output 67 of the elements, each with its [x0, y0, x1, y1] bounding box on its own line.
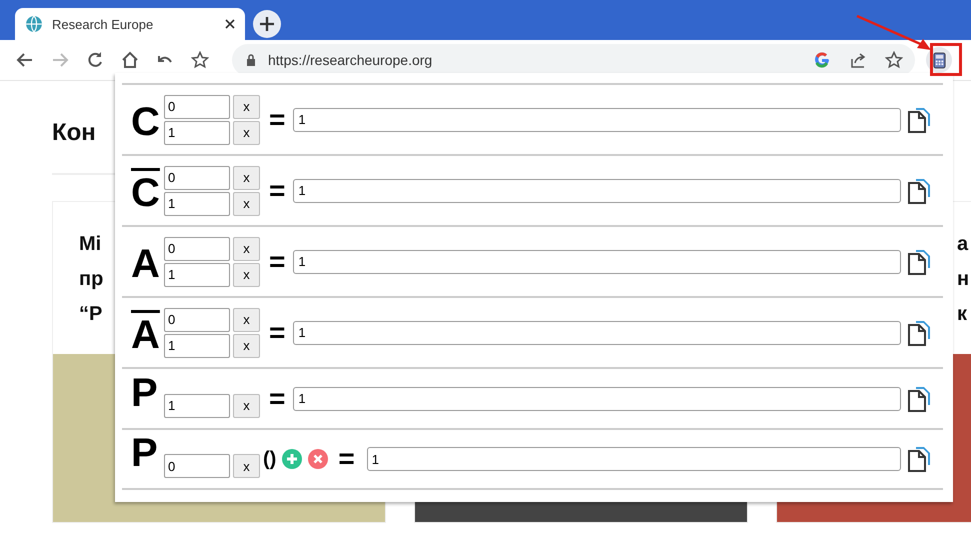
equals-sign: = — [338, 443, 355, 475]
card-title-text: н — [957, 267, 970, 291]
result-field[interactable]: 1 — [366, 447, 901, 471]
clear-button[interactable]: x — [233, 394, 260, 418]
home-icon[interactable] — [121, 51, 139, 69]
number-field[interactable]: 0 — [164, 94, 230, 118]
equals-sign: = — [269, 246, 286, 278]
clear-button[interactable]: x — [233, 262, 260, 286]
number-field[interactable]: 0 — [164, 308, 230, 332]
number-field[interactable]: 1 — [164, 334, 230, 358]
plus-icon — [260, 17, 274, 31]
clear-button[interactable]: x — [233, 120, 260, 144]
variable-label: A — [131, 242, 161, 286]
equals-sign: = — [269, 174, 286, 206]
clear-button[interactable]: x — [233, 236, 260, 260]
card-title-text: пр — [79, 267, 104, 291]
variable-label: P — [131, 431, 159, 475]
clear-button[interactable]: x — [233, 308, 260, 332]
url-text: https://researcheurope.org — [268, 52, 432, 68]
clear-button[interactable]: x — [233, 94, 260, 118]
clear-button[interactable]: x — [233, 454, 260, 478]
number-field[interactable]: 0 — [164, 166, 230, 190]
card-title-text: к — [957, 302, 968, 326]
copy-icon[interactable] — [907, 384, 933, 412]
remove-icon[interactable] — [308, 449, 328, 469]
copy-icon[interactable] — [907, 445, 933, 473]
tab-title: Research Europe — [52, 16, 154, 32]
new-tab-button[interactable] — [253, 10, 281, 38]
highlight-frame — [930, 43, 962, 76]
number-field[interactable]: 1 — [164, 262, 230, 286]
equals-sign: = — [269, 382, 286, 414]
result-field[interactable]: 1 — [293, 108, 901, 132]
g-logo-icon[interactable] — [813, 51, 831, 69]
address-bar[interactable]: https://researcheurope.org — [232, 44, 915, 76]
result-field[interactable]: 1 — [293, 386, 901, 410]
calculator-icon — [932, 52, 946, 68]
copy-icon[interactable] — [907, 318, 933, 346]
card-title-text: Мі — [79, 232, 102, 256]
share-icon[interactable] — [849, 51, 867, 69]
star-icon[interactable] — [191, 51, 209, 69]
card-title-text: “Р — [79, 302, 102, 326]
number-field[interactable]: 0 — [164, 236, 230, 260]
number-field[interactable]: 0 — [164, 454, 230, 478]
close-icon[interactable] — [225, 19, 235, 29]
copy-icon[interactable] — [907, 248, 933, 276]
number-field[interactable]: 1 — [164, 120, 230, 144]
variable-label: A — [131, 312, 161, 356]
variable-label: P — [131, 370, 159, 414]
copy-icon[interactable] — [907, 176, 933, 204]
back-icon[interactable] — [16, 51, 34, 69]
star-icon[interactable] — [885, 51, 903, 69]
browser-tab[interactable]: Research Europe — [15, 8, 245, 40]
number-field[interactable]: 1 — [164, 192, 230, 216]
result-field[interactable]: 1 — [293, 320, 901, 344]
clear-button[interactable]: x — [233, 192, 260, 216]
globe-icon — [25, 15, 43, 33]
lock-icon — [246, 54, 256, 66]
equals-sign: = — [269, 316, 286, 348]
number-field[interactable]: 1 — [164, 394, 230, 418]
result-field[interactable]: 1 — [293, 250, 901, 274]
clear-button[interactable]: x — [233, 166, 260, 190]
copy-icon[interactable] — [907, 106, 933, 134]
card-title-text: а — [957, 232, 968, 256]
parentheses-label: () — [263, 448, 276, 470]
clear-button[interactable]: x — [233, 334, 260, 358]
reload-icon[interactable] — [86, 51, 104, 69]
result-field[interactable]: 1 — [293, 178, 901, 202]
